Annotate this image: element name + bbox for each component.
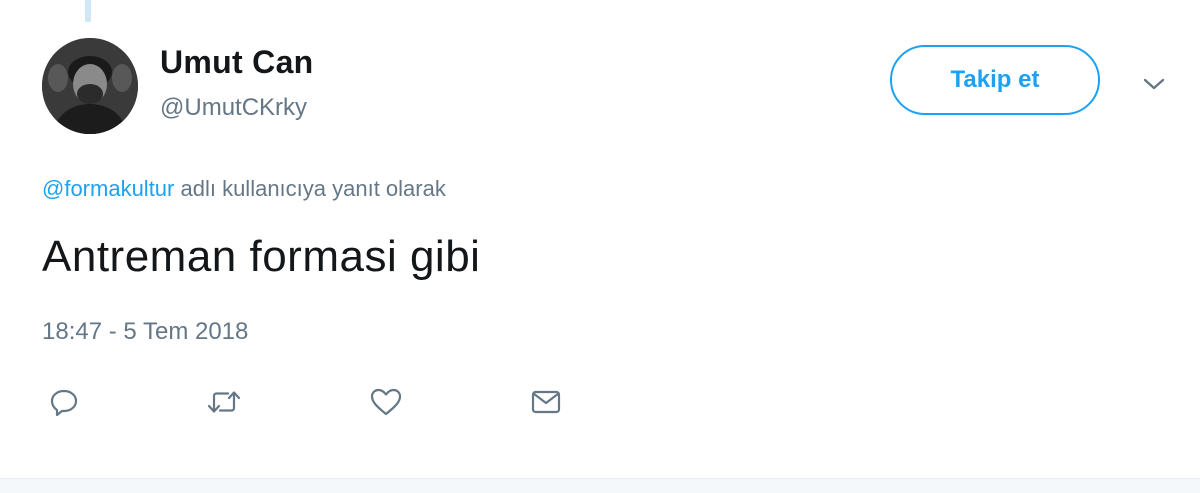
reply-context: @formakultur adlı kullanıcıya yanıt olar… <box>42 176 446 202</box>
retweet-icon <box>207 391 241 413</box>
tweet-text: Antreman formasi gibi <box>42 232 481 281</box>
user-handle[interactable]: @UmutCKrky <box>160 94 307 122</box>
bottom-divider <box>0 478 1200 493</box>
like-button[interactable] <box>366 382 406 422</box>
follow-button-label: Takip et <box>950 66 1040 93</box>
more-options-button[interactable] <box>1138 70 1170 98</box>
retweet-button[interactable] <box>204 382 244 422</box>
reply-context-text: adlı kullanıcıya yanıt olarak <box>174 176 446 201</box>
reply-button[interactable] <box>44 382 84 422</box>
direct-message-button[interactable] <box>526 382 566 422</box>
heart-icon <box>370 388 402 416</box>
follow-button[interactable]: Takip et <box>890 45 1100 115</box>
chevron-down-icon <box>1143 78 1165 90</box>
avatar[interactable] <box>42 38 138 134</box>
tweet-card: Umut Can @UmutCKrky Takip et @formakultu… <box>0 0 1200 493</box>
reply-mention-link[interactable]: @formakultur <box>42 176 174 201</box>
mail-icon <box>531 390 561 414</box>
thread-line <box>85 0 91 22</box>
tweet-timestamp[interactable]: 18:47 - 5 Tem 2018 <box>42 318 248 346</box>
reply-icon <box>50 389 78 417</box>
user-name[interactable]: Umut Can <box>160 44 314 81</box>
